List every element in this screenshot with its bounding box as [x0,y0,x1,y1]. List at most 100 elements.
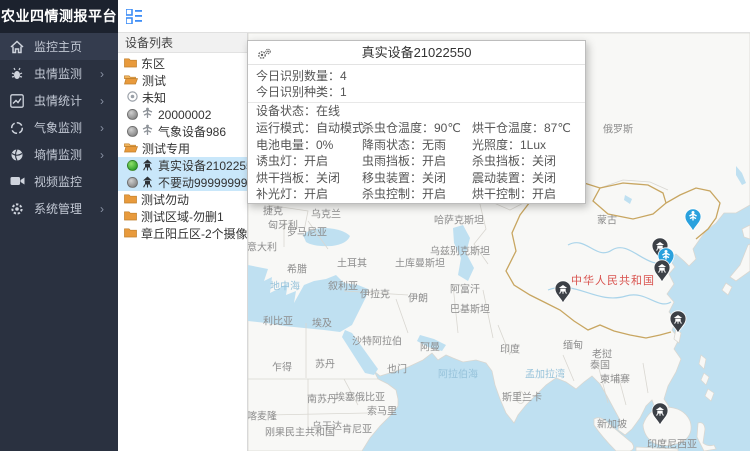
sidebar-item-2[interactable]: 虫情统计› [0,87,118,114]
sidebar-item-4[interactable]: 墒情监测› [0,141,118,168]
map-place-label: 叙利亚 [328,278,358,293]
popup-device-title: 真实设备21022550 [362,45,472,60]
map-place-label: 孟加拉湾 [525,366,565,381]
popup-title-bar: 真实设备21022550 [248,41,585,65]
tree-row[interactable]: 测试专用 [118,140,247,157]
weather-station-icon [141,107,154,122]
tree-row[interactable]: 未知 [118,89,247,106]
tree-row[interactable]: 测试勿动 [118,191,247,208]
sidebar-item-label: 系统管理 [34,200,118,217]
weather-station-pin[interactable] [684,208,702,237]
popup-detail-cell: 虫雨挡板：开启 [362,153,472,170]
app-root: { "app": { "title": "农业四情测报平台" }, "sideb… [0,0,750,451]
map-place-label: 乌克兰 [311,206,341,221]
device-list-header: 设备列表 [118,33,247,53]
popup-detail-cell: 移虫装置：关闭 [362,170,472,187]
tree-node-label: 测试 [142,72,166,89]
map-place-label: 阿曼 [420,339,440,354]
video-icon [10,175,24,189]
map-place-label: 刚果民主共和国 [265,424,335,439]
popup-detail-grid: 运行模式：自动模式杀虫仓温度：90℃烘干仓温度：87℃电池电量：0%降雨状态：无… [248,120,585,203]
sidebar-toggle-icon[interactable] [126,9,142,24]
insect-trap-pin[interactable] [669,310,687,339]
popup-status-line: 设备状态：在线 [248,103,585,120]
tree-row[interactable]: 测试 [118,72,247,89]
popup-detail-cell: 诱虫灯：开启 [256,153,362,170]
map-place-label: 哈萨克斯坦 [434,212,484,227]
popup-detail-cell: 杀虫挡板：关闭 [472,153,585,170]
popup-stat-line: 今日识别数量：4 [256,68,585,84]
device-list-panel: 设备列表 东区测试未知20000002气象设备986测试专用真实设备210225… [118,33,248,451]
insect-device-icon [141,158,154,174]
sidebar: 农业四情测报平台 监控主页虫情监测›虫情统计›气象监测›墒情监测›视频监控系统管… [0,0,118,451]
folder-closed-icon [124,227,137,241]
map-place-label: 埃及 [312,315,332,330]
settings-gears-icon[interactable] [257,46,272,60]
tree-row[interactable]: 不要动99999999 [118,174,247,191]
popup-detail-cell: 运行模式：自动模式 [256,120,362,137]
map-place-label: 巴基斯坦 [450,301,490,316]
popup-detail-cell: 震动装置：关闭 [472,170,585,187]
map-place-label: 土耳其 [337,255,367,270]
tree-row[interactable]: 东区 [118,55,247,72]
tree-row[interactable]: 气象设备986 [118,123,247,140]
gray-status-dot [127,177,138,188]
popup-detail-cell: 电池电量：0% [256,137,362,154]
sidebar-item-3[interactable]: 气象监测› [0,114,118,141]
popup-detail-cell: 杀虫仓温度：90℃ [362,120,472,137]
sidebar-item-label: 监控主页 [34,38,118,55]
map-place-label: 泰国 [590,357,610,372]
device-tree: 东区测试未知20000002气象设备986测试专用真实设备21022550不要动… [118,53,247,242]
tree-node-label: 测试勿动 [141,191,189,208]
folder-closed-icon [124,210,137,224]
insect-device-icon [141,175,154,191]
map-place-label: 也门 [387,361,407,376]
folder-closed-icon [124,193,137,207]
insect-trap-pin[interactable] [554,280,572,309]
green-status-dot [127,160,138,171]
sidebar-item-label: 气象监测 [34,119,118,136]
home-icon [10,40,24,54]
map-place-label: 阿富汗 [450,281,480,296]
app-title: 农业四情测报平台 [0,0,118,33]
sidebar-item-label: 虫情统计 [34,92,118,109]
chevron-right-icon: › [100,121,104,135]
tree-node-label: 真实设备21022550 [158,157,247,174]
popup-detail-cell: 杀虫控制：开启 [362,186,472,203]
map-place-label: 新加坡 [597,416,627,431]
insect-trap-pin[interactable] [651,402,669,431]
tree-row[interactable]: 20000002 [118,106,247,123]
tree-row[interactable]: 章丘阳丘区-2个摄像头 [118,225,247,242]
map-place-label: 南苏丹 [307,391,337,406]
map-place-label: 希腊 [287,261,307,276]
map-place-label: 肯尼亚 [342,421,372,436]
insect-trap-pin[interactable] [653,259,671,288]
tree-node-label: 测试专用 [142,140,190,157]
tree-node-label: 气象设备986 [158,123,226,140]
tree-node-label: 不要动99999999 [158,174,247,191]
sidebar-menu: 监控主页虫情监测›虫情统计›气象监测›墒情监测›视频监控系统管理› [0,33,118,222]
folder-open-icon [124,74,138,88]
bug-icon [10,67,24,81]
sidebar-item-6[interactable]: 系统管理› [0,195,118,222]
sidebar-item-label: 视频监控 [34,173,118,190]
map-place-label: 利比亚 [263,313,293,328]
map-place-label: 罗马尼亚 [287,224,327,239]
chart-icon [10,94,24,108]
popup-detail-cell: 降雨状态：无雨 [362,137,472,154]
map-place-label: 俄罗斯 [603,121,633,136]
map-place-label: 伊朗 [408,290,428,305]
tree-row[interactable]: 测试区域-勿删1 [118,208,247,225]
device-info-popup: 真实设备21022550 今日识别数量：4今日识别种类：1 设备状态：在线 运行… [247,40,586,204]
map-place-label: 伊拉克 [360,286,390,301]
sidebar-item-1[interactable]: 虫情监测› [0,60,118,87]
gear-icon [10,202,24,216]
sidebar-item-label: 虫情监测 [34,65,118,82]
tree-row[interactable]: 真实设备21022550 [118,157,247,174]
weather-icon [10,121,24,135]
popup-detail-cell: 烘干挡板：关闭 [256,170,362,187]
map-place-label: 捷克 [263,203,283,218]
sidebar-item-5[interactable]: 视频监控 [0,168,118,195]
map-place-label: 乍得 [272,359,292,374]
sidebar-item-0[interactable]: 监控主页 [0,33,118,60]
